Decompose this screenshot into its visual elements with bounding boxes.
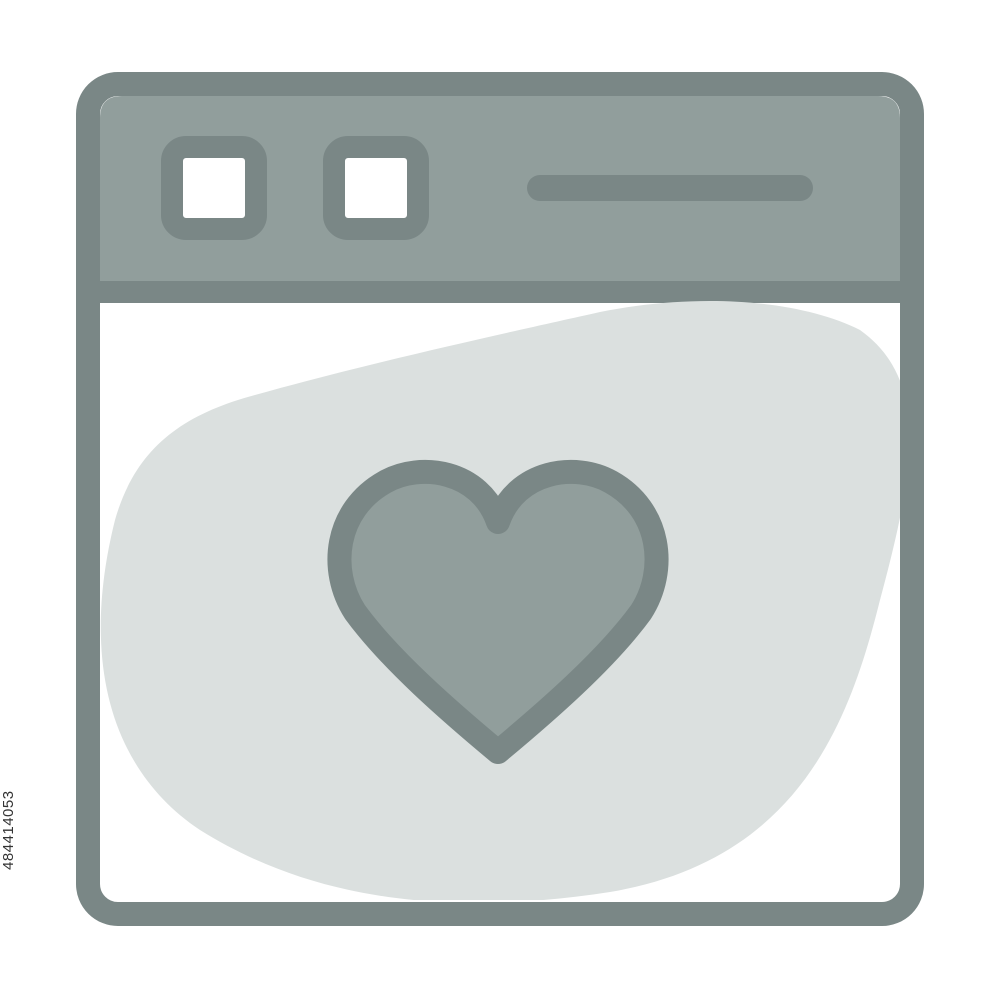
window-control-square-2 <box>323 136 429 240</box>
browser-favorite-icon <box>76 72 924 926</box>
window-control-square-1 <box>161 136 267 240</box>
stock-id-label: 484414053 <box>0 790 17 870</box>
icon-canvas: 484414053 <box>0 0 1000 1000</box>
